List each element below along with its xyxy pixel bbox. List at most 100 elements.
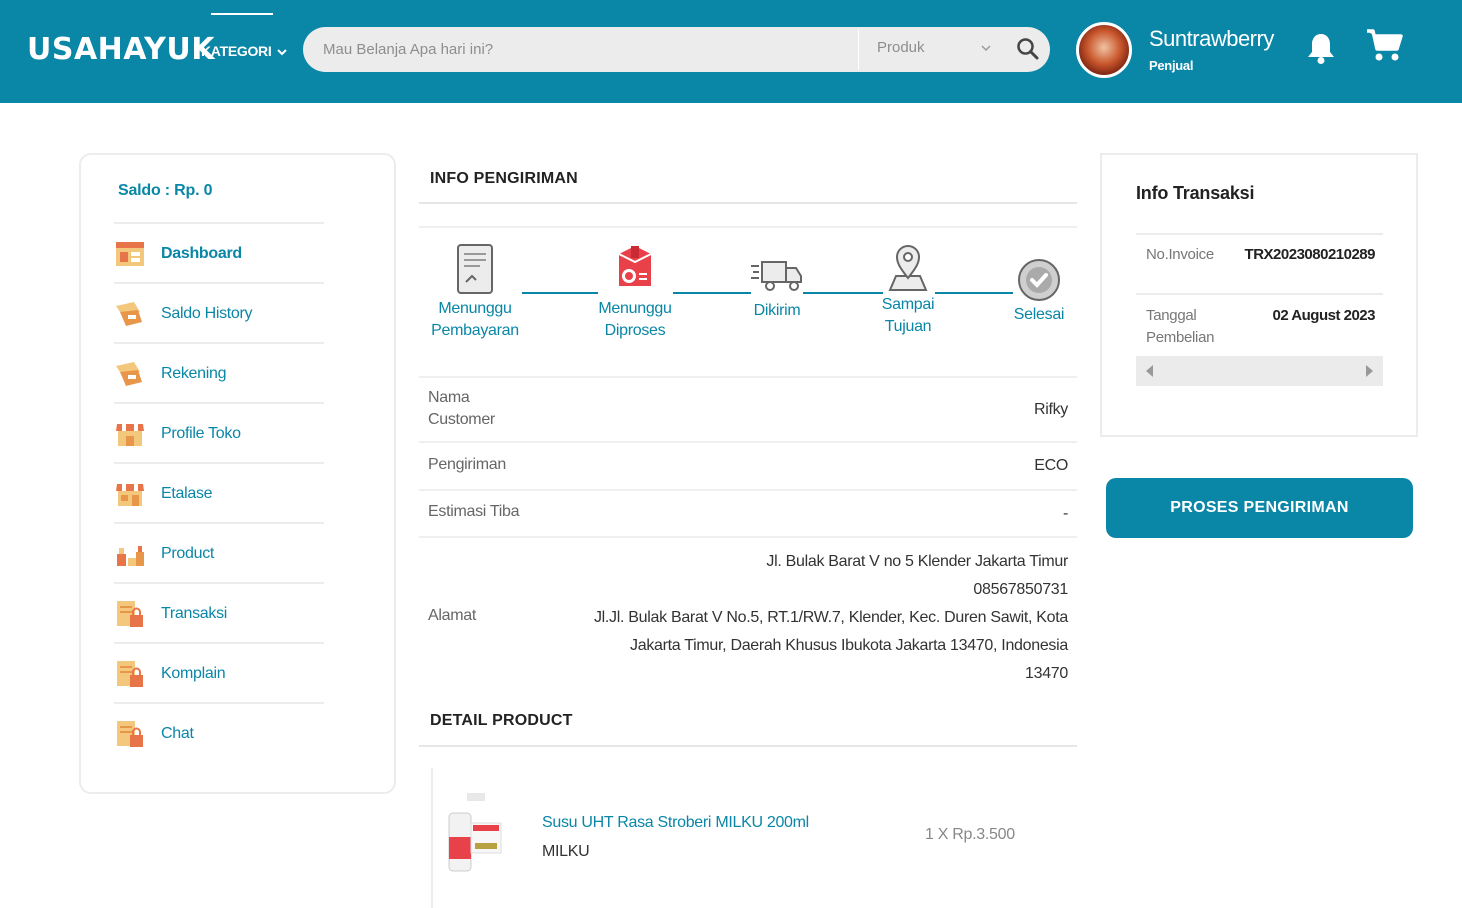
product-price: 1 X Rp.3.500 xyxy=(925,826,1015,843)
product-image[interactable] xyxy=(445,793,505,873)
saldo-balance: Saldo : Rp. 0 xyxy=(118,182,213,199)
search-icon[interactable] xyxy=(1015,36,1041,62)
estimasi-label: Estimasi Tiba xyxy=(428,503,520,520)
divider xyxy=(419,376,1077,378)
product-brand: MILKU xyxy=(542,843,590,860)
step-label: Pembayaran xyxy=(431,322,519,339)
tanggal-label: Tanggal Pembelian xyxy=(1146,305,1214,349)
divider xyxy=(419,202,1077,204)
step-menunggu-pembayaran: Menunggu Pembayaran xyxy=(425,242,525,342)
step-label: Menunggu xyxy=(438,300,512,317)
step-connector xyxy=(522,292,598,294)
avatar[interactable] xyxy=(1076,22,1132,78)
sidebar-item-label: Product xyxy=(161,545,215,562)
sidebar-item-label: Komplain xyxy=(161,665,226,682)
top-navbar: USAHAYUK KATEGORI Produk Suntrawberry Pe… xyxy=(0,0,1462,103)
user-name[interactable]: Suntrawberry xyxy=(1149,26,1274,52)
sidebar-item-etalase[interactable]: Etalase xyxy=(114,462,324,521)
step-sampai-tujuan: Sampai Tujuan xyxy=(868,242,948,338)
sidebar-item-label: Chat xyxy=(161,725,194,742)
divider xyxy=(419,489,1077,491)
chevron-down-icon[interactable] xyxy=(979,41,993,55)
info-transaksi-title: Info Transaksi xyxy=(1136,183,1255,203)
step-connector xyxy=(673,292,751,294)
dashboard-icon xyxy=(116,242,144,266)
step-label: Menunggu xyxy=(598,300,672,317)
step-label: Dikirim xyxy=(753,302,801,319)
sidebar-item-chat[interactable]: Chat xyxy=(114,702,324,761)
customer-label: Nama Customer xyxy=(428,387,495,431)
kategori-label: KATEGORI xyxy=(201,43,272,59)
sidebar-item-label: Transaksi xyxy=(161,605,228,622)
truck-icon xyxy=(751,261,802,291)
sidebar-item-rekening[interactable]: Rekening xyxy=(114,342,324,401)
sidebar-item-label: Etalase xyxy=(161,485,213,502)
divider xyxy=(419,745,1077,747)
tanggal-label-line: Pembelian xyxy=(1146,329,1215,346)
map-pin-icon xyxy=(888,245,928,291)
cart-icon[interactable] xyxy=(1366,28,1404,62)
sidebar-item-label: Profile Toko xyxy=(161,425,241,442)
divider xyxy=(419,441,1077,443)
pengiriman-label: Pengiriman xyxy=(428,456,506,473)
logo[interactable]: USAHAYUK xyxy=(27,32,215,67)
pengiriman-value: ECO xyxy=(1034,457,1068,474)
sidebar-item-label: Dashboard xyxy=(161,245,242,262)
invoice-value: TRX2023080210289 xyxy=(1244,246,1376,263)
transaksi-icon xyxy=(117,601,143,627)
sidebar-item-profile-toko[interactable]: Profile Toko xyxy=(114,402,324,461)
search-bar: Produk xyxy=(303,27,1050,72)
step-label: Tujuan xyxy=(884,318,932,335)
sidebar-item-dashboard[interactable]: Dashboard xyxy=(114,222,324,281)
customer-label-line: Customer xyxy=(428,411,495,428)
sidebar: Saldo : Rp. 0 Dashboard Saldo History Re… xyxy=(79,153,396,794)
chevron-down-icon xyxy=(277,49,287,56)
package-icon xyxy=(618,246,652,286)
scroll-right-icon[interactable] xyxy=(1366,365,1373,377)
invoice-label: No.Invoice xyxy=(1146,246,1214,263)
kategori-indicator xyxy=(211,13,273,15)
saldo-history-icon xyxy=(116,302,142,326)
detail-product-title: DETAIL PRODUCT xyxy=(430,712,573,729)
store-icon xyxy=(116,424,144,446)
sidebar-item-saldo-history[interactable]: Saldo History xyxy=(114,282,324,341)
step-selesai: Selesai xyxy=(1004,256,1074,326)
search-divider xyxy=(858,29,859,70)
alamat-line: Jl. Bulak Barat V no 5 Klender Jakarta T… xyxy=(766,553,1068,570)
alamat-line: Jakarta Timur, Daerah Khusus Ibukota Jak… xyxy=(630,637,1068,654)
sidebar-item-transaksi[interactable]: Transaksi xyxy=(114,582,324,641)
step-dikirim: Dikirim xyxy=(742,254,812,322)
alamat-value: Jl. Bulak Barat V no 5 Klender Jakarta T… xyxy=(548,548,1068,688)
alamat-line: Jl.Jl. Bulak Barat V No.5, RT.1/RW.7, Kl… xyxy=(593,609,1068,626)
search-input[interactable] xyxy=(323,27,853,72)
tanggal-value: 02 August 2023 xyxy=(1272,307,1376,324)
rekening-icon xyxy=(116,362,142,386)
scroll-left-icon[interactable] xyxy=(1146,365,1153,377)
bell-icon[interactable] xyxy=(1305,31,1337,65)
step-label: Selesai xyxy=(1013,306,1065,323)
sidebar-item-komplain[interactable]: Komplain xyxy=(114,642,324,701)
shipping-progress-stepper: Menunggu Pembayaran Menunggu Diproses Di… xyxy=(419,226,1077,376)
chat-icon xyxy=(117,721,143,747)
alamat-label: Alamat xyxy=(428,607,476,624)
product-name-link[interactable]: Susu UHT Rasa Stroberi MILKU 200ml xyxy=(542,814,809,832)
kategori-dropdown[interactable]: KATEGORI xyxy=(201,43,287,59)
step-label: Sampai xyxy=(881,296,935,313)
estimasi-value: - xyxy=(1062,505,1068,522)
step-label: Diproses xyxy=(604,322,666,339)
tanggal-row: Tanggal Pembelian 02 August 2023 xyxy=(1136,293,1383,355)
search-scope-select[interactable]: Produk xyxy=(877,39,925,56)
proses-pengiriman-button[interactable]: PROSES PENGIRIMAN xyxy=(1106,478,1413,538)
info-pengiriman-title: INFO PENGIRIMAN xyxy=(430,170,578,187)
horizontal-scrollbar[interactable] xyxy=(1136,356,1383,386)
alamat-line: 08567850731 xyxy=(973,581,1068,598)
sidebar-item-label: Rekening xyxy=(161,365,227,382)
invoice-row: No.Invoice TRX2023080210289 xyxy=(1136,233,1383,293)
sidebar-item-label: Saldo History xyxy=(161,305,253,322)
customer-label-line: Nama xyxy=(428,389,470,406)
sidebar-item-product[interactable]: Product xyxy=(114,522,324,581)
alamat-line: 13470 xyxy=(1025,665,1068,682)
komplain-icon xyxy=(117,661,143,687)
divider xyxy=(419,536,1077,538)
tanggal-label-line: Tanggal xyxy=(1146,307,1197,324)
